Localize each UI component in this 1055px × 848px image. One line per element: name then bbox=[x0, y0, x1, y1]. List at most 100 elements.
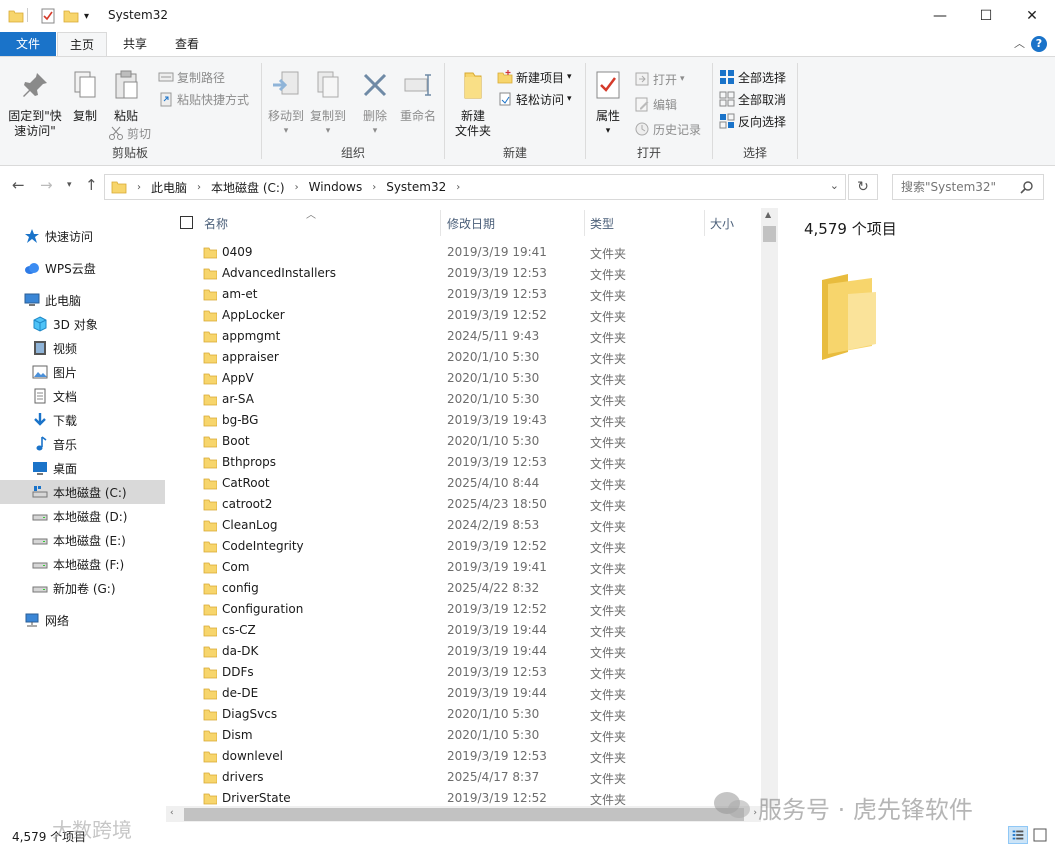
copy-to-button[interactable]: 复制到 ▾ bbox=[308, 69, 348, 139]
tab-share[interactable]: 共享 bbox=[110, 32, 160, 56]
table-row[interactable]: Dism 2020/1/10 5:30 文件夹 bbox=[166, 725, 761, 746]
sidebar-item-drive[interactable]: 本地磁盘 (D:) bbox=[0, 504, 165, 528]
sidebar-item-video[interactable]: 视频 bbox=[0, 336, 165, 360]
sidebar-item-document[interactable]: 文档 bbox=[0, 384, 165, 408]
up-arrow-icon[interactable]: ↑ bbox=[85, 176, 98, 194]
details-view-icon[interactable] bbox=[1008, 826, 1028, 844]
table-row[interactable]: downlevel 2019/3/19 12:53 文件夹 bbox=[166, 746, 761, 767]
horizontal-scroll-thumb[interactable] bbox=[184, 808, 744, 821]
breadcrumb-chevron-icon[interactable]: › bbox=[137, 182, 141, 193]
sidebar-item-star[interactable]: 快速访问 bbox=[0, 224, 165, 248]
column-header-date[interactable]: 修改日期 bbox=[447, 215, 495, 232]
sidebar-item-music[interactable]: 音乐 bbox=[0, 432, 165, 456]
invert-selection-button[interactable]: 反向选择 bbox=[719, 111, 786, 131]
refresh-button[interactable]: ↻ bbox=[848, 174, 878, 200]
new-folder-quick-icon[interactable] bbox=[63, 6, 79, 26]
breadcrumb-this-pc[interactable]: 此电脑 bbox=[151, 179, 187, 196]
address-bar[interactable]: › 此电脑 › 本地磁盘 (C:) › Windows › System32 ›… bbox=[104, 174, 846, 200]
breadcrumb-chevron-icon[interactable]: › bbox=[372, 182, 376, 193]
breadcrumb-chevron-icon[interactable]: › bbox=[197, 182, 201, 193]
table-row[interactable]: Boot 2020/1/10 5:30 文件夹 bbox=[166, 431, 761, 452]
tab-home[interactable]: 主页 bbox=[57, 32, 107, 57]
table-row[interactable]: appraiser 2020/1/10 5:30 文件夹 bbox=[166, 347, 761, 368]
column-divider[interactable] bbox=[704, 210, 705, 236]
open-button[interactable]: 打开 ▾ bbox=[634, 69, 685, 89]
move-to-button[interactable]: 移动到 ▾ bbox=[266, 69, 306, 139]
sidebar-item-cube[interactable]: 3D 对象 bbox=[0, 312, 165, 336]
breadcrumb-windows[interactable]: Windows bbox=[309, 180, 363, 194]
paste-shortcut-button[interactable]: 粘贴快捷方式 bbox=[158, 89, 249, 109]
sidebar-item-drive[interactable]: 本地磁盘 (F:) bbox=[0, 552, 165, 576]
new-item-button[interactable]: 新建项目 ▾ bbox=[497, 67, 572, 87]
sidebar-item-drive-c[interactable]: 本地磁盘 (C:) bbox=[0, 480, 165, 504]
back-arrow-icon[interactable]: ← bbox=[12, 176, 25, 194]
column-divider[interactable] bbox=[584, 210, 585, 236]
sidebar-item-computer[interactable]: 此电脑 bbox=[0, 288, 165, 312]
tab-file[interactable]: 文件 bbox=[0, 32, 56, 56]
close-button[interactable]: ✕ bbox=[1009, 0, 1055, 32]
table-row[interactable]: DiagSvcs 2020/1/10 5:30 文件夹 bbox=[166, 704, 761, 725]
table-row[interactable]: Configuration 2019/3/19 12:52 文件夹 bbox=[166, 599, 761, 620]
edit-button[interactable]: 编辑 bbox=[634, 94, 677, 114]
column-divider[interactable] bbox=[440, 210, 441, 236]
customize-quick-access-icon[interactable]: ▾ bbox=[84, 6, 89, 26]
table-row[interactable]: ar-SA 2020/1/10 5:30 文件夹 bbox=[166, 389, 761, 410]
table-row[interactable]: Com 2019/3/19 19:41 文件夹 bbox=[166, 557, 761, 578]
table-row[interactable]: appmgmt 2024/5/11 9:43 文件夹 bbox=[166, 326, 761, 347]
vertical-scroll-thumb[interactable] bbox=[763, 226, 776, 242]
table-row[interactable]: bg-BG 2019/3/19 19:43 文件夹 bbox=[166, 410, 761, 431]
sidebar-item-desktop[interactable]: 桌面 bbox=[0, 456, 165, 480]
scroll-right-icon[interactable]: › bbox=[753, 808, 757, 818]
delete-button[interactable]: 删除 ▾ bbox=[358, 69, 392, 139]
select-all-button[interactable]: 全部选择 bbox=[719, 67, 786, 87]
scroll-left-icon[interactable]: ‹ bbox=[170, 808, 174, 818]
help-icon[interactable]: ? bbox=[1031, 36, 1047, 52]
copy-button[interactable]: 复制 bbox=[68, 69, 102, 124]
paste-button[interactable]: 粘贴 bbox=[106, 69, 146, 124]
table-row[interactable]: CodeIntegrity 2019/3/19 12:52 文件夹 bbox=[166, 536, 761, 557]
select-none-button[interactable]: 全部取消 bbox=[719, 89, 786, 109]
table-row[interactable]: CatRoot 2025/4/10 8:44 文件夹 bbox=[166, 473, 761, 494]
copy-path-button[interactable]: 复制路径 bbox=[158, 67, 225, 87]
tab-view[interactable]: 查看 bbox=[162, 32, 212, 56]
column-header-type[interactable]: 类型 bbox=[590, 215, 614, 232]
new-folder-button[interactable]: 新建 文件夹 bbox=[451, 69, 495, 139]
breadcrumb-local-disk-c[interactable]: 本地磁盘 (C:) bbox=[211, 179, 285, 196]
table-row[interactable]: 0409 2019/3/19 19:41 文件夹 bbox=[166, 242, 761, 263]
breadcrumb-chevron-icon[interactable]: › bbox=[295, 182, 299, 193]
horizontal-scrollbar[interactable]: ‹ › bbox=[166, 806, 761, 823]
table-row[interactable]: da-DK 2019/3/19 19:44 文件夹 bbox=[166, 641, 761, 662]
history-button[interactable]: 历史记录 bbox=[634, 119, 701, 139]
rename-button[interactable]: 重命名 bbox=[398, 69, 438, 124]
select-all-checkbox[interactable] bbox=[180, 216, 193, 229]
search-icon[interactable] bbox=[1020, 180, 1034, 194]
sidebar-item-network[interactable]: 网络 bbox=[0, 608, 165, 632]
table-row[interactable]: AdvancedInstallers 2019/3/19 12:53 文件夹 bbox=[166, 263, 761, 284]
address-dropdown-icon[interactable]: ⌄ bbox=[830, 179, 839, 192]
table-row[interactable]: drivers 2025/4/17 8:37 文件夹 bbox=[166, 767, 761, 788]
table-row[interactable]: CleanLog 2024/2/19 8:53 文件夹 bbox=[166, 515, 761, 536]
sidebar-item-drive[interactable]: 新加卷 (G:) bbox=[0, 576, 165, 600]
sidebar-item-cloud[interactable]: WPS云盘 bbox=[0, 256, 165, 280]
scroll-up-icon[interactable]: ▲ bbox=[765, 210, 771, 219]
properties-quick-icon[interactable] bbox=[40, 6, 56, 26]
forward-arrow-icon[interactable]: → bbox=[40, 176, 53, 194]
column-header-size[interactable]: 大小 bbox=[710, 215, 734, 232]
ribbon-expand-icon[interactable]: ︿ bbox=[1014, 35, 1025, 51]
table-row[interactable]: de-DE 2019/3/19 19:44 文件夹 bbox=[166, 683, 761, 704]
column-header-name[interactable]: 名称 bbox=[204, 215, 228, 232]
pin-quick-access-button[interactable]: 固定到"快速访问" bbox=[4, 69, 66, 139]
table-row[interactable]: config 2025/4/22 8:32 文件夹 bbox=[166, 578, 761, 599]
table-row[interactable]: DriverState 2019/3/19 12:52 文件夹 bbox=[166, 788, 761, 808]
table-row[interactable]: DDFs 2019/3/19 12:53 文件夹 bbox=[166, 662, 761, 683]
large-icons-view-icon[interactable] bbox=[1030, 826, 1050, 844]
table-row[interactable]: catroot2 2025/4/23 18:50 文件夹 bbox=[166, 494, 761, 515]
vertical-scrollbar[interactable]: ▲ bbox=[761, 208, 778, 808]
sidebar-item-drive[interactable]: 本地磁盘 (E:) bbox=[0, 528, 165, 552]
table-row[interactable]: am-et 2019/3/19 12:53 文件夹 bbox=[166, 284, 761, 305]
maximize-button[interactable]: ☐ bbox=[963, 0, 1009, 32]
table-row[interactable]: AppLocker 2019/3/19 12:52 文件夹 bbox=[166, 305, 761, 326]
table-row[interactable]: AppV 2020/1/10 5:30 文件夹 bbox=[166, 368, 761, 389]
cut-button[interactable]: 剪切 bbox=[108, 123, 151, 143]
recent-locations-icon[interactable]: ▾ bbox=[67, 180, 72, 190]
